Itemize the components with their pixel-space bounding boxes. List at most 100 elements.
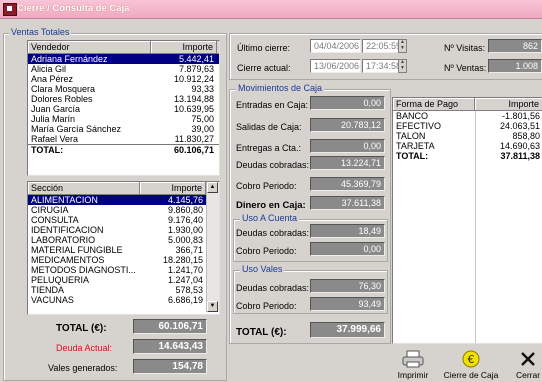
vendedor-row[interactable]: Dolores Robles 13.194,88	[28, 94, 219, 104]
ultimo-cierre-spinner[interactable]: ▲ ▼	[398, 39, 407, 53]
col-seccion[interactable]: Sección	[28, 182, 140, 194]
vendedor-amount: 93,33	[191, 84, 214, 94]
col-forma-pago[interactable]: Forma de Pago	[393, 98, 475, 110]
seccion-name: MEDICAMENTOS	[31, 255, 105, 265]
seccion-row[interactable]: CONSULTA 9.176,40	[28, 215, 207, 225]
vendedor-amount: 7.879,63	[178, 64, 214, 74]
visitas-label: Nº Visitas:	[444, 43, 486, 53]
cobro-periodo-value: 45.369,79	[310, 177, 385, 191]
vendedor-amount: 5.442,41	[178, 54, 214, 64]
forma-pago-name: TARJETA	[396, 141, 435, 151]
ventas-count-value: 1.008	[488, 59, 542, 73]
seccion-scrollbar[interactable]: ▲ ▼	[206, 182, 219, 312]
vendedor-name: Adriana Fernández	[31, 54, 108, 64]
seccion-row[interactable]: VACUNAS 6.686,19	[28, 295, 207, 305]
title-bar: Cierre / Consulta de Caja	[0, 0, 542, 19]
forma-pago-row[interactable]: EFECTIVO 24.063,51	[393, 121, 542, 131]
cierre-actual-time[interactable]: 17:34:58	[362, 59, 401, 73]
seccion-row[interactable]: METODOS DIAGNOSTI... 1.241,70	[28, 265, 207, 275]
col-forma-importe[interactable]: Importe	[475, 98, 542, 110]
seccion-row[interactable]: PELUQUERIA 1.247,04	[28, 275, 207, 285]
uso-vales-deudas-value: 76,30	[310, 279, 385, 293]
deudas-cobradas-label: Deudas cobradas:	[236, 160, 310, 170]
forma-pago-row[interactable]: TALON 858,80	[393, 131, 542, 141]
vendedor-row[interactable]: Juan García 10.639,95	[28, 104, 219, 114]
vendedor-row[interactable]: María García Sánchez 39,00	[28, 124, 219, 134]
forma-pago-amount: 24.063,51	[499, 121, 540, 131]
ultimo-cierre-date[interactable]: 04/04/2006	[310, 39, 361, 53]
seccion-name: CIRUGIA	[31, 205, 69, 215]
cierre-actual-spinner[interactable]: ▲ ▼	[398, 59, 407, 73]
seccion-amount: 578,53	[175, 285, 203, 295]
dinero-caja-value: 37.611,38	[310, 196, 385, 210]
vendedor-row[interactable]: Rafael Vera 11.830,27	[28, 134, 219, 144]
ultimo-cierre-time[interactable]: 22:05:59	[362, 39, 401, 53]
seccion-amount: 366,71	[175, 245, 203, 255]
total-bottom-label: TOTAL (€):	[236, 327, 287, 338]
summary-vales-value: 154,78	[133, 359, 207, 374]
vendedor-row[interactable]: Clara Mosquera 93,33	[28, 84, 219, 94]
cerrar-button[interactable]: Cerrar	[512, 350, 542, 380]
vendedor-name: Dolores Robles	[31, 94, 93, 104]
scroll-up-icon[interactable]: ▲	[207, 182, 218, 193]
vendedor-name: Ana Pérez	[31, 74, 74, 84]
seccion-name: TIENDA	[31, 285, 65, 295]
seccion-row[interactable]: IDENTIFICACION 1.930,00	[28, 225, 207, 235]
uso-vales-deudas-label: Deudas cobradas:	[236, 283, 310, 293]
forma-pago-row[interactable]: BANCO -1.801,56	[393, 111, 542, 121]
seccion-name: IDENTIFICACION	[31, 225, 104, 235]
vendedor-amount: 10.639,95	[173, 104, 214, 114]
col-seccion-importe[interactable]: Importe	[140, 182, 206, 194]
uso-vales-cobro-label: Cobro Periodo:	[236, 301, 297, 311]
spin-down-icon[interactable]: ▼	[399, 66, 406, 72]
printer-icon	[402, 350, 424, 368]
col-vendedor[interactable]: Vendedor	[28, 41, 151, 53]
seccion-amount: 4.145,76	[167, 195, 203, 205]
cierre-actual-label: Cierre actual:	[237, 63, 291, 73]
col-importe[interactable]: Importe	[151, 41, 217, 53]
imprimir-button[interactable]: Imprimir	[395, 350, 431, 380]
vendedor-row[interactable]: Adriana Fernández 5.442,41	[28, 54, 219, 64]
spin-down-icon[interactable]: ▼	[399, 46, 406, 52]
entradas-label: Entradas en Caja:	[236, 100, 309, 110]
vendedor-amount: 39,00	[191, 124, 214, 134]
uso-cuenta-deudas-value: 18,49	[310, 224, 385, 238]
vendedor-row[interactable]: Julia Marín 75,00	[28, 114, 219, 124]
vendedor-list[interactable]: Vendedor Importe Adriana Fernández 5.442,…	[27, 40, 220, 176]
forma-pago-amount: 858,80	[512, 131, 540, 141]
forma-pago-rows: BANCO -1.801,56 EFECTIVO 24.063,51 TALON 858,…	[393, 111, 542, 151]
cierre-actual-date[interactable]: 13/06/2006	[310, 59, 361, 73]
seccion-row[interactable]: ALIMENTACION 4.145,76	[28, 195, 207, 205]
seccion-list[interactable]: Sección Importe ALIMENTACION 4.145,76 CIRU…	[27, 181, 220, 315]
seccion-amount: 5.000,83	[167, 235, 203, 245]
deudas-cobradas-value: 13.224,71	[310, 156, 385, 170]
uso-vales-cobro-value: 93,49	[310, 297, 385, 311]
seccion-name: METODOS DIAGNOSTI...	[31, 265, 136, 275]
uso-cuenta-cobro-value: 0,00	[310, 242, 385, 256]
forma-pago-amount: -1.801,56	[501, 111, 540, 121]
vendedor-name: Rafael Vera	[31, 134, 79, 144]
forma-pago-total-row: TOTAL: 37.811,38	[393, 151, 542, 161]
uso-cuenta-cobro-label: Cobro Periodo:	[236, 246, 297, 256]
seccion-amount: 6.686,19	[167, 295, 203, 305]
salidas-label: Salidas de Caja:	[236, 122, 302, 132]
entradas-value: 0,00	[310, 96, 385, 110]
seccion-row[interactable]: CIRUGIA 9.860,80	[28, 205, 207, 215]
seccion-name: PELUQUERIA	[31, 275, 90, 285]
scroll-down-icon[interactable]: ▼	[207, 301, 218, 312]
cierre-de-caja-button[interactable]: € Cierre de Caja	[438, 350, 504, 380]
summary-total-label: TOTAL (€):	[56, 323, 107, 334]
seccion-row[interactable]: MATERIAL FUNGIBLE 366,71	[28, 245, 207, 255]
seccion-row[interactable]: LABORATORIO 5.000,83	[28, 235, 207, 245]
vendedor-row[interactable]: Ana Pérez 10.912,24	[28, 74, 219, 84]
forma-pago-list[interactable]: Forma de Pago Importe BANCO -1.801,56 EFEC…	[392, 97, 542, 344]
vendedor-name: Juan García	[31, 104, 81, 114]
summary-deuda-value: 14.643,43	[133, 339, 207, 354]
close-x-icon	[521, 352, 535, 366]
vendedor-row[interactable]: Alicia Gil 7.879,63	[28, 64, 219, 74]
seccion-row[interactable]: MEDICAMENTOS 18.280,15	[28, 255, 207, 265]
forma-pago-total-amount: 37.811,38	[500, 151, 540, 161]
forma-pago-row[interactable]: TARJETA 14.690,63	[393, 141, 542, 151]
cierre-de-caja-label: Cierre de Caja	[443, 370, 499, 380]
seccion-row[interactable]: TIENDA 578,53	[28, 285, 207, 295]
